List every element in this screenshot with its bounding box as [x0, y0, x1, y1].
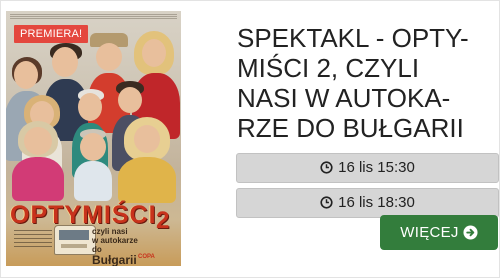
- poster-figure: [10, 121, 66, 201]
- event-card: PREMIERA! OPTYMIŚCI 2 czyli nasi w autok…: [0, 0, 500, 278]
- showtime-button[interactable]: 16 lis 15:30: [236, 153, 499, 183]
- poster-figure: [72, 129, 114, 201]
- event-poster[interactable]: PREMIERA! OPTYMIŚCI 2 czyli nasi w autok…: [6, 11, 181, 266]
- event-title-line: SPEKTAKL - OPTY-: [237, 23, 469, 53]
- circle-arrow-right-icon: [463, 225, 478, 240]
- poster-credits: [10, 13, 177, 21]
- clock-icon: [320, 196, 333, 209]
- event-title-line: RZE DO BUŁGARII: [237, 113, 464, 143]
- event-title-line: MIŚCI 2, CZYLI: [237, 53, 420, 83]
- more-button-label: WIĘCEJ: [400, 224, 459, 241]
- more-button[interactable]: WIĘCEJ: [380, 215, 498, 250]
- poster-credits: [14, 227, 52, 250]
- distributor-logo: COPA: [138, 254, 155, 260]
- poster-figure: [114, 117, 178, 203]
- showtime-button[interactable]: 16 lis 18:30: [236, 188, 499, 218]
- showtime-label: 16 lis 15:30: [338, 159, 415, 176]
- bus-illustration: [54, 225, 96, 255]
- premiere-badge: PREMIERA!: [14, 25, 89, 43]
- poster-subtitle-line: czyli nasi: [92, 227, 128, 236]
- poster-subtitle-line: w autokarze: [92, 236, 138, 245]
- poster-subtitle: czyli nasi w autokarze do Bułgarii: [92, 227, 172, 266]
- poster-subtitle-line: Bułgarii: [92, 253, 137, 267]
- event-title[interactable]: SPEKTAKL - OPTY- MIŚCI 2, CZYLI NASI W A…: [237, 23, 489, 143]
- clock-icon: [320, 161, 333, 174]
- showtime-label: 16 lis 18:30: [338, 194, 415, 211]
- event-title-line: NASI W AUTOKA-: [237, 83, 451, 113]
